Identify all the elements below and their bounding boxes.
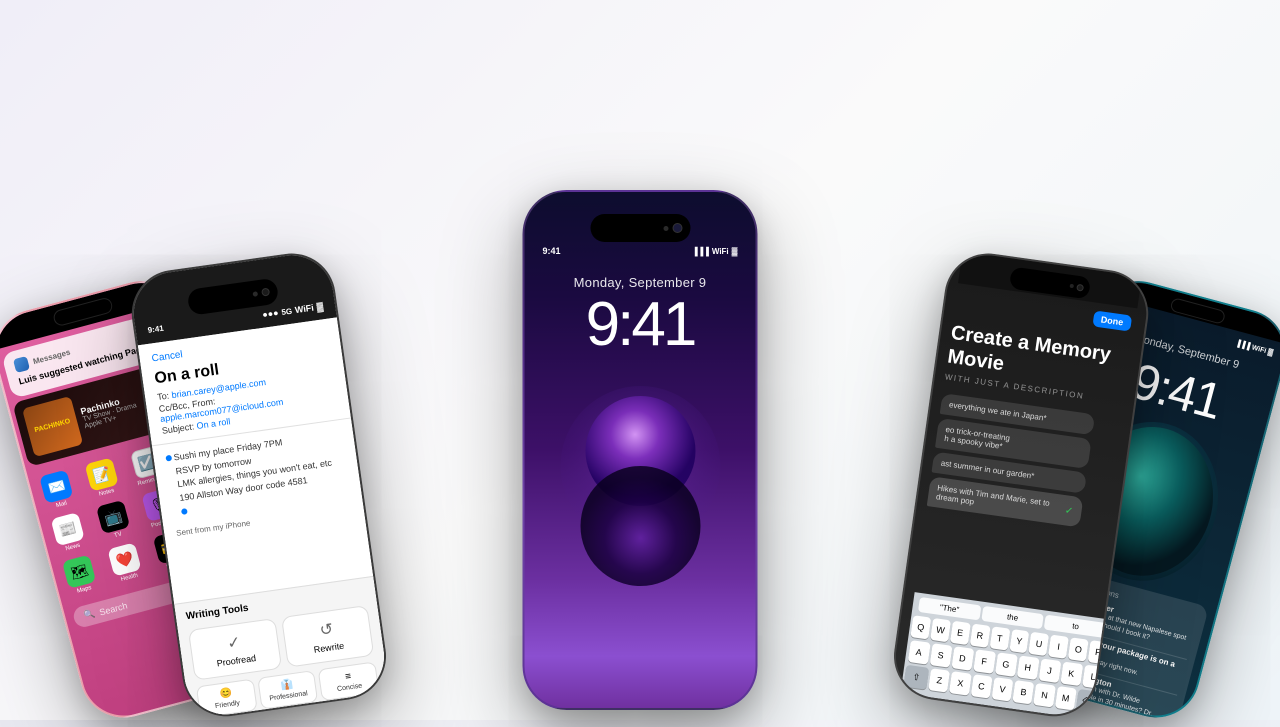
chat-text-1: everything we ate in Japan* [948, 400, 1047, 423]
chat-text-3: ast summer in our garden* [940, 459, 1035, 481]
lock-globe-visual [550, 366, 730, 606]
key-z[interactable]: Z [928, 668, 950, 692]
professional-label: Professional [269, 690, 308, 702]
key-x[interactable]: X [949, 671, 971, 695]
app-mail[interactable]: ✉️ Mail [34, 468, 81, 513]
pachinko-image: PACHINKO [22, 396, 83, 457]
keyboard-area: "The" the to Q W E R T Y U I O P A [900, 592, 1113, 721]
notif-text-4: Let me send it as... 35m ago [1033, 717, 1121, 727]
key-t[interactable]: T [989, 626, 1010, 650]
rewrite-label: Rewrite [313, 641, 345, 655]
app-news[interactable]: 📰 News [46, 511, 93, 556]
key-a[interactable]: A [907, 640, 930, 665]
p2-5g: 5G [281, 306, 293, 316]
key-u[interactable]: U [1029, 632, 1050, 656]
center-time-status: 9:41 [543, 246, 561, 256]
key-e[interactable]: E [950, 621, 971, 645]
lock-time: 9:41 [586, 294, 695, 356]
key-w[interactable]: W [930, 618, 951, 642]
rewrite-icon: ↺ [318, 619, 334, 641]
phones-container: 9:41 ▐▐▐ WiFi ▓ Messages Luis suggested … [0, 0, 1280, 720]
lockscreen: 9:41 ▐▐▐ WiFi ▓ Monday, September 9 9:41 [525, 192, 756, 708]
professional-button[interactable]: 👔 Professional [257, 670, 319, 710]
app-maps[interactable]: 🗺 Maps [57, 553, 104, 598]
proofread-label: Proofread [216, 653, 257, 668]
key-g[interactable]: G [995, 652, 1018, 677]
chat-text-4: Hikes with Tim and Marie, set todream po… [936, 483, 1051, 517]
center-signal: ▐▐▐ [692, 247, 709, 256]
p2-signal: ●●● [262, 308, 280, 320]
check-icon: ✓ [1064, 505, 1074, 517]
friendly-button[interactable]: 😊 Friendly [196, 679, 258, 719]
key-r[interactable]: R [969, 623, 990, 647]
chat-text-2: eo trick-or-treatingh a spooky vibe* [944, 425, 1011, 451]
p2-wifi: WiFi [294, 303, 314, 316]
friendly-icon: 😊 [219, 688, 233, 701]
concise-label: Concise [337, 683, 363, 693]
key-j[interactable]: J [1038, 658, 1061, 683]
key-f[interactable]: F [973, 649, 996, 674]
app-notes[interactable]: 📝 Notes [79, 456, 126, 501]
professional-icon: 👔 [280, 679, 294, 692]
key-y[interactable]: Y [1009, 629, 1030, 653]
phone4-time [959, 292, 961, 308]
key-d[interactable]: D [951, 646, 974, 671]
rewrite-button[interactable]: ↺ Rewrite [281, 605, 375, 668]
p2-battery: ▓ [316, 301, 324, 312]
lock-date: Monday, September 9 [574, 275, 707, 290]
proofread-icon: ✓ [226, 632, 242, 654]
key-h[interactable]: H [1016, 655, 1039, 680]
p5-battery: ▓ [1267, 349, 1274, 357]
phone-center: 9:41 ▐▐▐ WiFi ▓ Monday, September 9 9:41 [523, 190, 758, 710]
done-button[interactable]: Done [1092, 310, 1132, 331]
key-b[interactable]: B [1012, 680, 1034, 704]
center-battery: ▓ [732, 247, 738, 256]
key-i[interactable]: I [1048, 635, 1069, 659]
center-dynamic-island [590, 214, 690, 242]
key-n[interactable]: N [1034, 683, 1056, 707]
p5-signal: ▐▐▐ [1235, 340, 1251, 351]
search-icon: 🔍 [82, 608, 96, 622]
app-health[interactable]: ❤️ Health [102, 541, 149, 586]
app-tv[interactable]: 📺 TV [91, 498, 138, 543]
concise-icon: ≡ [344, 671, 351, 683]
phone2-time: 9:41 [147, 324, 164, 336]
concise-button[interactable]: ≡ Concise [318, 661, 380, 701]
key-o[interactable]: O [1068, 637, 1089, 661]
key-s[interactable]: S [929, 643, 952, 668]
key-m[interactable]: M [1055, 686, 1077, 710]
proofread-button[interactable]: ✓ Proofread [188, 618, 282, 681]
p5-wifi: WiFi [1251, 344, 1267, 355]
key-c[interactable]: C [970, 674, 992, 698]
key-shift[interactable]: ⇧ [903, 665, 929, 690]
phone1-time: 9:41 [0, 320, 24, 337]
writing-tools-panel: Writing Tools ✓ Proofread ↺ Rewrite [174, 576, 390, 722]
search-label: Search [98, 600, 128, 617]
friendly-label: Friendly [215, 700, 241, 710]
key-q[interactable]: Q [910, 615, 931, 639]
signal-icon: ▐▐▐ [110, 291, 131, 306]
key-k[interactable]: K [1060, 661, 1083, 686]
key-v[interactable]: V [991, 677, 1013, 701]
center-wifi: WiFi [712, 247, 729, 256]
